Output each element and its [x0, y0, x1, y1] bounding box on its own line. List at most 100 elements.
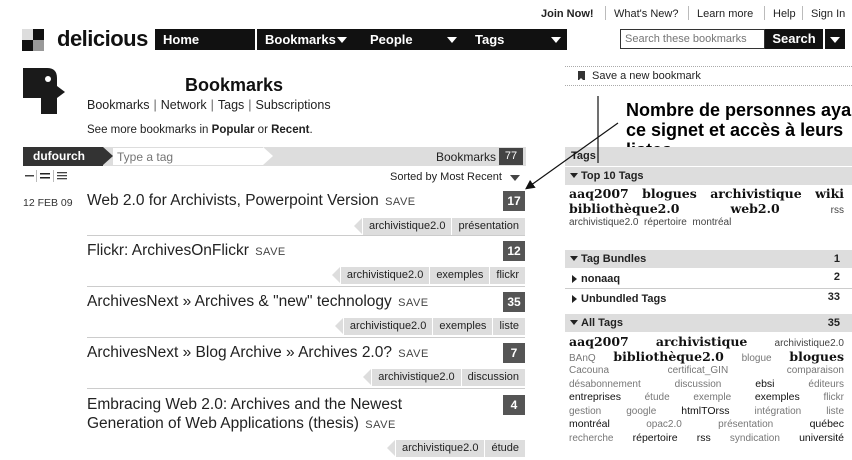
tag-link[interactable]: bibliothèque2.0 — [569, 201, 679, 216]
tag-link[interactable]: archivistique2.0 — [362, 218, 451, 235]
tag-link[interactable]: archivistique — [710, 186, 802, 201]
tag-link[interactable]: web2.0 — [730, 201, 779, 216]
tab-tags[interactable]: Tags — [467, 29, 567, 50]
tag-link[interactable]: rss — [831, 205, 844, 216]
search-input[interactable] — [620, 29, 765, 49]
user-filter-tab[interactable]: dufourch — [23, 147, 103, 166]
tag-link[interactable]: discussion — [460, 369, 525, 386]
whats-new-link[interactable]: What's New? — [614, 8, 678, 20]
subnav-network[interactable]: Network — [161, 98, 207, 112]
learn-more-link[interactable]: Learn more — [697, 8, 753, 20]
bookmark-title[interactable]: ArchivesNext » Archives & "new" technolo… — [87, 292, 525, 313]
tag-link[interactable]: archivistique2.0 — [395, 440, 484, 457]
tag-link[interactable]: opac2.0 — [646, 419, 682, 430]
tag-link[interactable]: exemple — [693, 392, 731, 403]
saved-count-badge[interactable]: 7 — [503, 343, 525, 363]
tag-link[interactable]: recherche — [569, 433, 613, 444]
view-mode-icons[interactable] — [25, 170, 85, 182]
bookmark-title-line1[interactable]: Embracing Web 2.0: Archives and the Newe… — [87, 396, 402, 413]
tag-link[interactable]: liste — [826, 406, 844, 417]
bookmark-title[interactable]: ArchivesNext » Blog Archive » Archives 2… — [87, 343, 525, 364]
tag-link[interactable]: archivistique2.0 — [775, 338, 844, 349]
tag-link[interactable]: présentation — [451, 218, 525, 235]
tag-link[interactable]: bibliothèque2.0 — [613, 349, 723, 364]
search-options-button[interactable] — [825, 29, 845, 49]
tag-link[interactable]: flickr — [823, 392, 844, 403]
tag-link[interactable]: rss — [697, 432, 711, 444]
tag-link[interactable]: université — [799, 432, 844, 444]
bookmark-title-text[interactable]: Web 2.0 for Archivists, Powerpoint Versi… — [87, 192, 379, 209]
subnav-bookmarks[interactable]: Bookmarks — [87, 98, 150, 112]
bookmark-title-line2[interactable]: Generation of Web Applications (thesis) — [87, 415, 359, 432]
bundle-name[interactable]: Unbundled Tags — [581, 293, 666, 305]
tag-link[interactable]: ebsi — [755, 378, 774, 390]
tag-link[interactable]: archivistique2.0 — [339, 267, 429, 284]
user-avatar[interactable] — [23, 68, 65, 114]
all-tags-header[interactable]: All Tags 35 — [565, 314, 852, 332]
join-now-link[interactable]: Join Now! — [541, 8, 594, 20]
logo-text[interactable]: delicious — [57, 26, 148, 52]
popular-link[interactable]: Popular — [212, 124, 255, 136]
tag-link[interactable]: présentation — [718, 419, 773, 430]
save-link[interactable]: SAVE — [255, 246, 286, 258]
tag-link[interactable]: intégration — [755, 406, 802, 417]
sort-control[interactable]: Sorted by Most Recent — [390, 171, 502, 183]
tag-link[interactable]: éditeurs — [808, 379, 844, 390]
tag-link[interactable]: archivistique — [656, 334, 748, 349]
tag-link[interactable]: discussion — [675, 379, 722, 390]
tag-link[interactable]: entreprises — [569, 391, 621, 403]
tab-bookmarks[interactable]: Bookmarks — [255, 29, 355, 50]
tag-link[interactable]: flickr — [489, 267, 525, 284]
tag-link[interactable]: étude — [484, 440, 525, 457]
sort-value[interactable]: Most Recent — [440, 171, 502, 183]
bundle-item[interactable]: nonaaq 2 — [565, 270, 852, 288]
search-button[interactable]: Search — [765, 29, 823, 49]
saved-count-badge[interactable]: 4 — [503, 395, 525, 415]
save-link[interactable]: SAVE — [385, 196, 416, 208]
save-link[interactable]: SAVE — [365, 419, 396, 431]
subnav-subscriptions[interactable]: Subscriptions — [256, 98, 331, 112]
tag-link[interactable]: étude — [645, 392, 670, 403]
tag-link[interactable]: montréal — [692, 217, 731, 228]
tag-link[interactable]: htmlTOrss — [681, 405, 729, 417]
tag-link[interactable]: archivistique2.0 — [371, 369, 460, 386]
tag-link[interactable]: répertoire — [644, 217, 687, 228]
chevron-down-icon[interactable] — [510, 175, 520, 181]
save-link[interactable]: SAVE — [398, 348, 429, 360]
tag-link[interactable]: liste — [492, 318, 525, 335]
tag-link[interactable]: wiki — [815, 186, 844, 201]
tag-link[interactable]: répertoire — [633, 432, 678, 444]
save-new-bookmark-link[interactable]: Save a new bookmark — [565, 66, 852, 86]
tag-link[interactable]: syndication — [730, 433, 780, 444]
bookmark-title[interactable]: Flickr: ArchivesOnFlickr SAVE — [87, 241, 525, 262]
recent-link[interactable]: Recent — [271, 124, 309, 136]
tag-link[interactable]: aaq2007 — [569, 186, 629, 201]
bookmark-title-text[interactable]: ArchivesNext » Blog Archive » Archives 2… — [87, 344, 392, 361]
help-link[interactable]: Help — [773, 8, 796, 20]
tag-link[interactable]: gestion — [569, 406, 601, 417]
tag-link[interactable]: exemples — [755, 391, 800, 403]
tag-link[interactable]: aaq2007 — [569, 334, 629, 349]
tag-link[interactable]: google — [626, 406, 656, 417]
tag-link[interactable]: exemples — [429, 267, 489, 284]
tag-link[interactable]: archivistique2.0 — [569, 217, 638, 228]
tag-link[interactable]: BAnQ — [569, 353, 596, 364]
tag-link[interactable]: blogues — [789, 349, 844, 364]
saved-count-badge[interactable]: 35 — [503, 292, 525, 312]
tag-link[interactable]: certificat_GIN — [668, 365, 729, 376]
tag-link[interactable]: montréal — [569, 418, 610, 430]
tag-link[interactable]: blogues — [642, 186, 697, 201]
tag-link[interactable]: Cacouna — [569, 365, 609, 376]
tag-link[interactable]: exemples — [432, 318, 492, 335]
subnav-tags[interactable]: Tags — [218, 98, 244, 112]
tag-link[interactable]: désabonnement — [569, 379, 641, 390]
tag-link[interactable]: québec — [810, 418, 844, 430]
bundle-name[interactable]: nonaaq — [581, 273, 620, 285]
saved-count-badge[interactable]: 12 — [503, 241, 525, 261]
tag-link[interactable]: blogue — [742, 353, 772, 364]
tag-bundles-header[interactable]: Tag Bundles 1 — [565, 250, 852, 268]
tag-link[interactable]: comparaison — [787, 365, 844, 376]
tag-filter-input[interactable] — [113, 148, 263, 165]
tab-home[interactable]: Home — [155, 29, 255, 50]
top10-tags-header[interactable]: Top 10 Tags — [565, 167, 852, 185]
